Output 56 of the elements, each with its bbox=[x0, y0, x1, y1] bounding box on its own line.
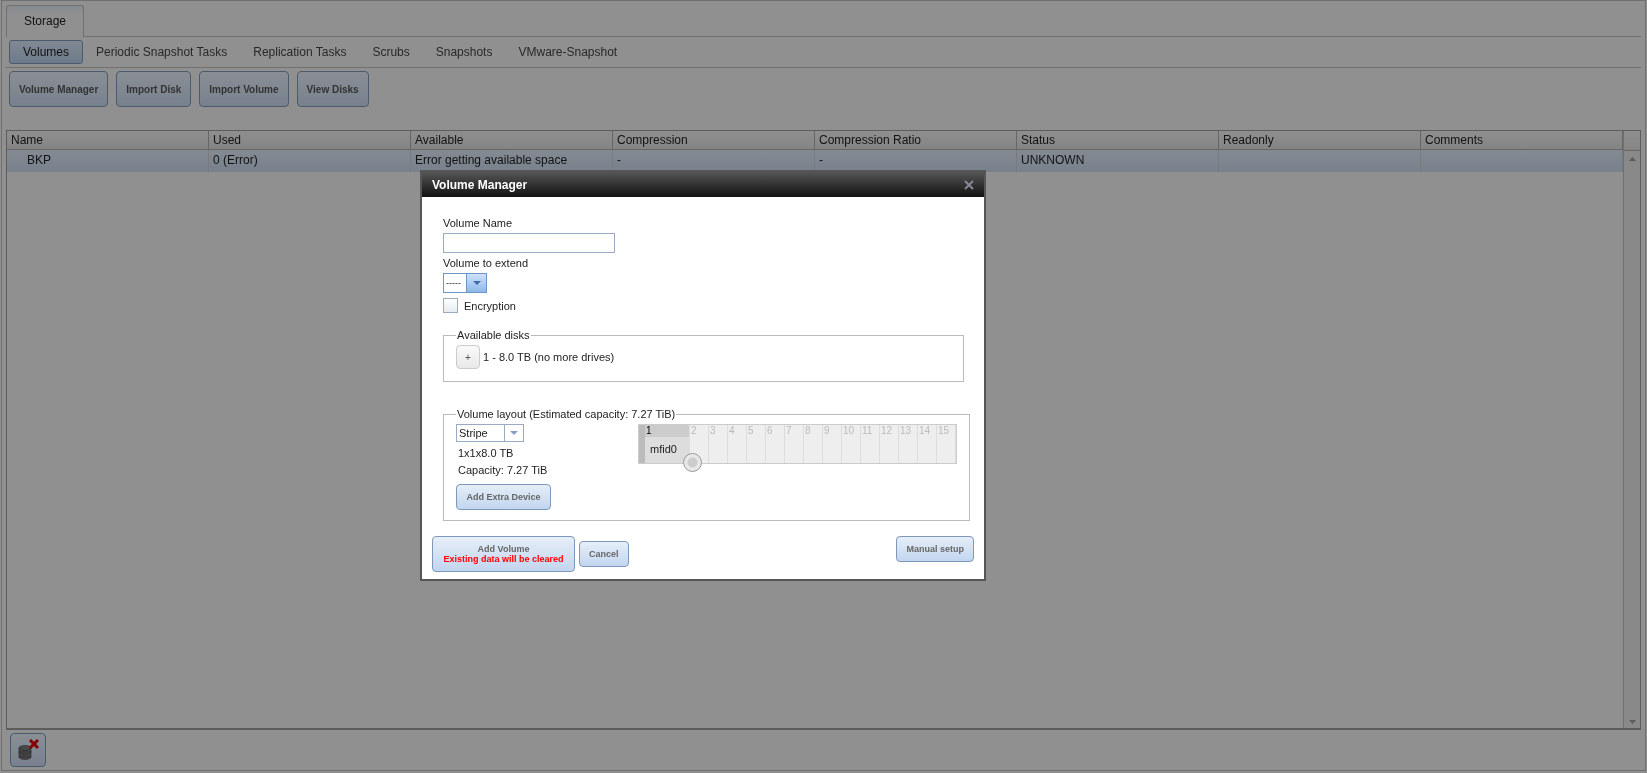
volume-name-field[interactable] bbox=[443, 233, 615, 253]
table-cell: BKP bbox=[7, 150, 209, 172]
manual-setup-button[interactable]: Manual setup bbox=[896, 536, 974, 562]
add-extra-device-button[interactable]: Add Extra Device bbox=[456, 484, 551, 510]
sub-tab[interactable]: Volumes bbox=[9, 40, 84, 64]
toolbar-button[interactable]: Import Disk bbox=[116, 71, 192, 107]
resize-handle-icon[interactable] bbox=[683, 453, 702, 472]
disk-info: 1 - 8.0 TB (no more drives) bbox=[483, 351, 615, 363]
disk-slot[interactable]: mfid0 bbox=[645, 437, 689, 463]
layout-capacity: Capacity: 7.27 TiB bbox=[457, 464, 549, 476]
add-volume-button[interactable]: Add Volume Existing data will be cleared bbox=[432, 536, 575, 572]
column-header[interactable]: Used bbox=[209, 131, 411, 150]
checkbox-label: Encryption bbox=[464, 299, 516, 312]
layout-geometry: 1x1x8.0 TB bbox=[457, 447, 515, 459]
table-cell: - bbox=[613, 150, 815, 172]
column-header[interactable]: Comments bbox=[1421, 131, 1623, 150]
column-header[interactable]: Name bbox=[7, 131, 209, 150]
add-disk-button[interactable]: + bbox=[456, 345, 480, 369]
column-header[interactable]: Status bbox=[1017, 131, 1219, 150]
toolbar-button[interactable]: Import Volume bbox=[199, 71, 289, 107]
sub-tab[interactable]: Replication Tasks bbox=[240, 40, 360, 64]
delete-volume-button[interactable] bbox=[10, 733, 46, 767]
field-label: Volume Name bbox=[443, 217, 514, 229]
group-legend: Volume layout (Estimated capacity: 7.27 TiB) bbox=[456, 408, 677, 420]
sub-tab[interactable]: Scrubs bbox=[359, 40, 423, 64]
caret-icon bbox=[472, 281, 481, 285]
field-label: Volume to extend bbox=[443, 257, 529, 269]
caret-icon bbox=[510, 431, 518, 435]
column-header[interactable]: Compression bbox=[613, 131, 815, 150]
sub-tab[interactable]: Snapshots bbox=[422, 40, 506, 64]
storage-tab[interactable]: Storage bbox=[6, 5, 85, 37]
table-row[interactable]: BKP 0 (Error) Error getting available space - - UNKNOWN bbox=[7, 150, 1623, 172]
column-header[interactable]: Available bbox=[411, 131, 613, 150]
table-cell: 0 (Error) bbox=[209, 150, 411, 172]
close-icon[interactable] bbox=[964, 179, 974, 190]
volume-select[interactable]: ----- bbox=[443, 273, 487, 293]
group-legend: Available disks bbox=[456, 329, 531, 341]
column-header[interactable]: Compression Ratio bbox=[815, 131, 1017, 150]
header-corner bbox=[1624, 131, 1640, 151]
scroll-down-icon[interactable] bbox=[1628, 720, 1636, 724]
scrollbar[interactable] bbox=[1623, 131, 1640, 728]
table-cell: UNKNOWN bbox=[1017, 150, 1219, 172]
cancel-button[interactable]: Cancel bbox=[579, 541, 629, 567]
database-delete-icon bbox=[16, 739, 40, 761]
dialog-title: Volume Manager bbox=[432, 177, 528, 192]
scroll-up-icon[interactable] bbox=[1628, 157, 1636, 161]
table-cell: Error getting available space bbox=[411, 150, 613, 172]
grid-column-number: 1 bbox=[645, 425, 689, 437]
toolbar-button[interactable]: View Disks bbox=[296, 71, 369, 107]
layout-select[interactable]: Stripe bbox=[456, 424, 524, 442]
sub-tab[interactable]: Periodic Snapshot Tasks bbox=[83, 40, 241, 64]
encryption-checkbox[interactable] bbox=[443, 298, 458, 313]
toolbar-button[interactable]: Volume Manager bbox=[9, 71, 109, 107]
sub-tab[interactable]: VMware-Snapshot bbox=[505, 40, 631, 64]
column-header[interactable]: Readonly bbox=[1219, 131, 1421, 150]
table-cell: - bbox=[815, 150, 1017, 172]
